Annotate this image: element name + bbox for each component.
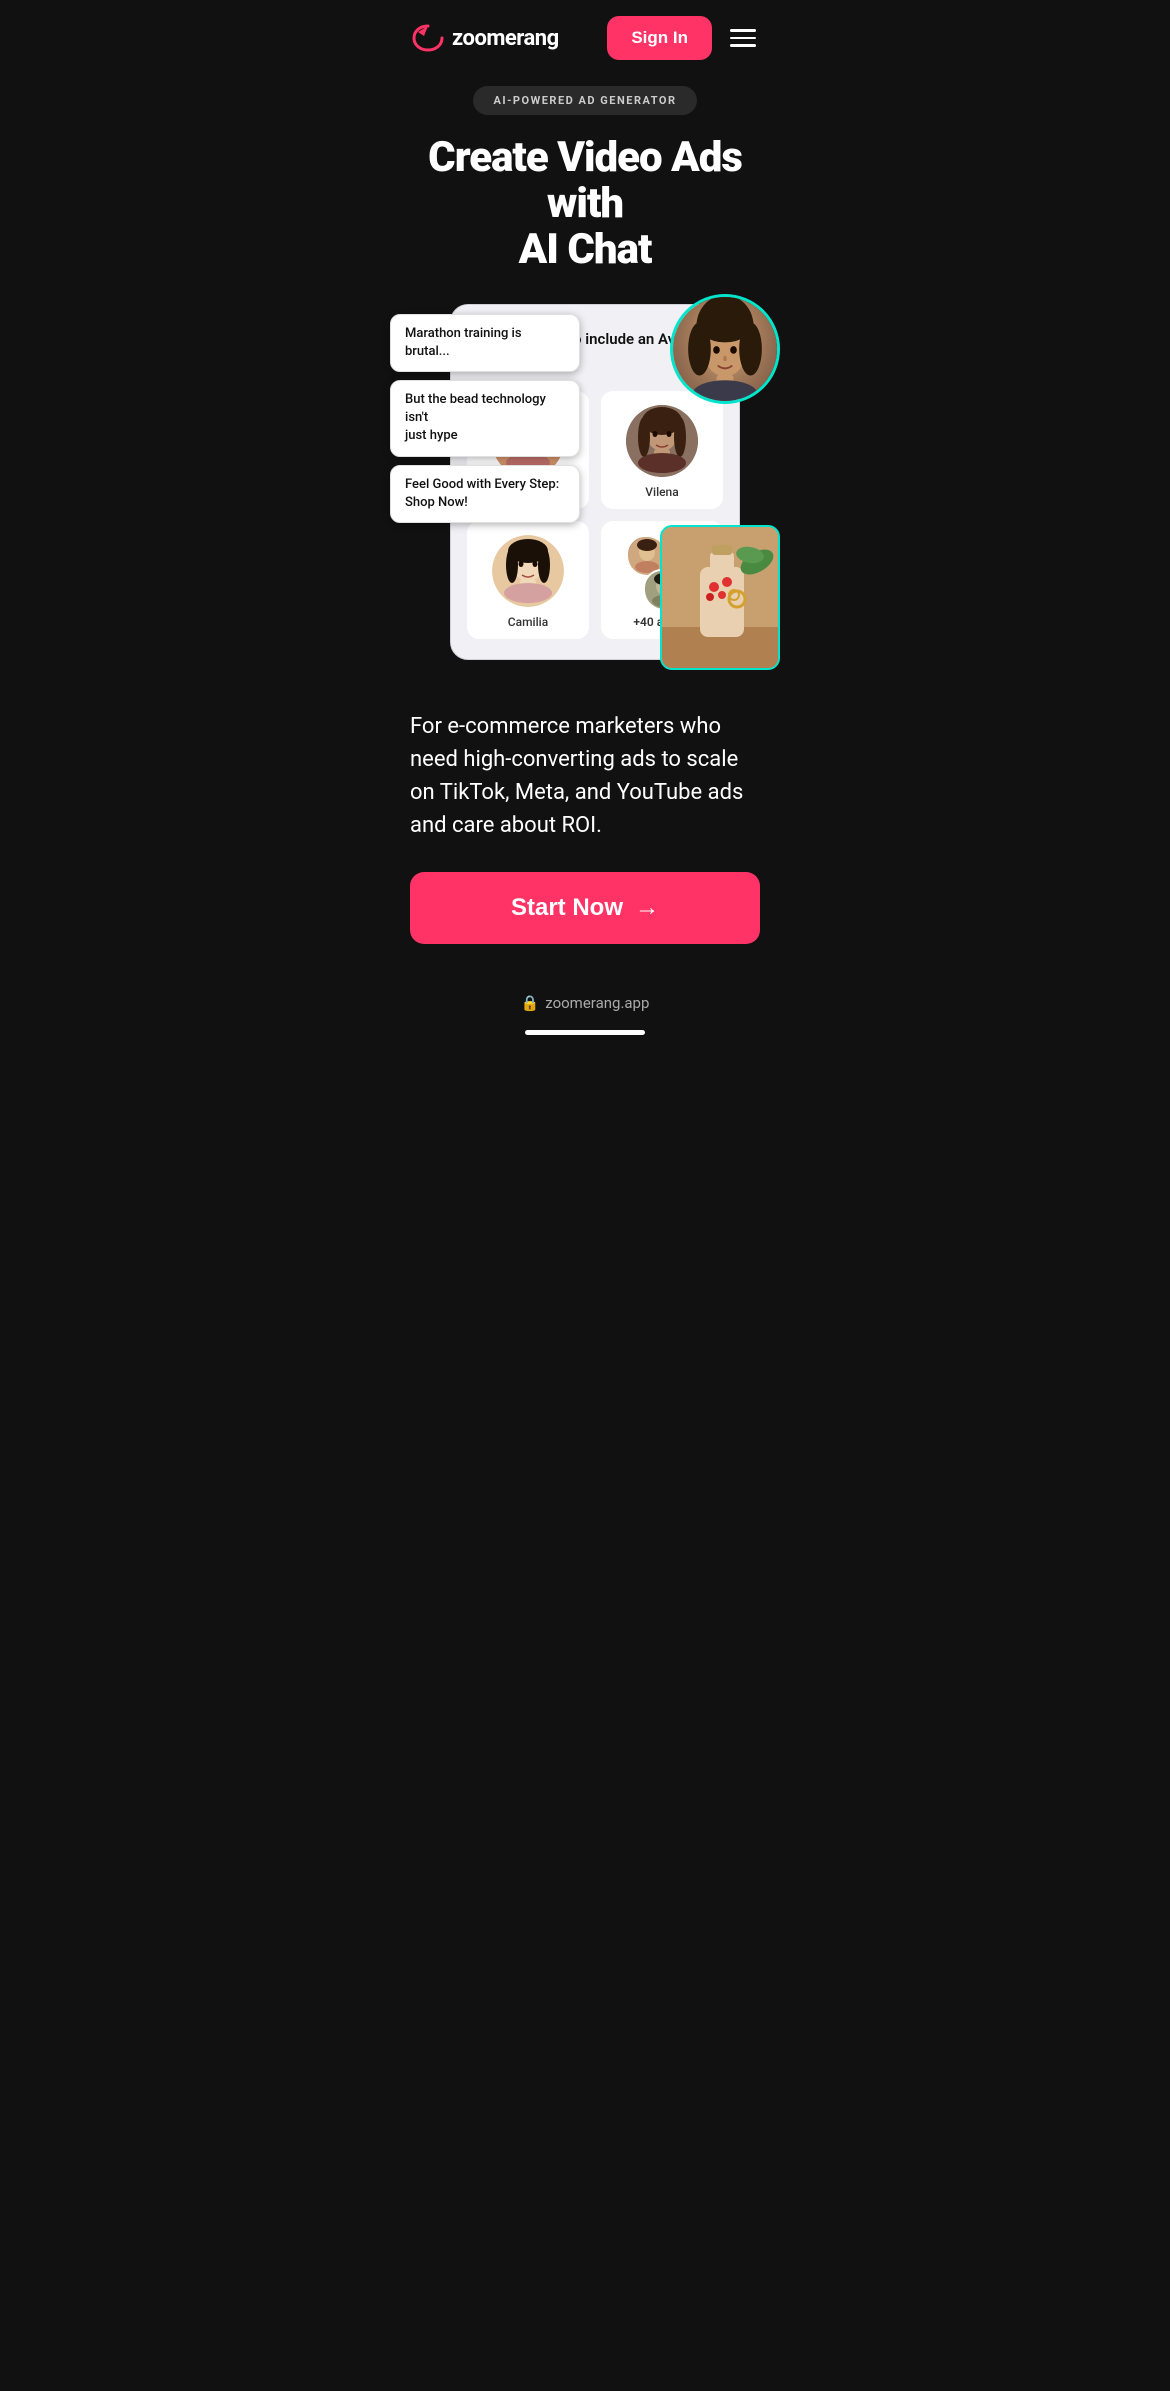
hero-badge: AI-POWERED AD GENERATOR <box>473 86 696 115</box>
sign-in-button[interactable]: Sign In <box>607 16 712 60</box>
menu-button[interactable] <box>726 25 760 51</box>
chat-bubble-1: Marathon training is brutal... <box>390 314 580 372</box>
demo-section: Marathon training is brutal... But the b… <box>400 304 770 680</box>
footer: 🔒 zoomerang.app <box>390 964 780 1051</box>
actor-name-camilia: Camilia <box>508 615 548 629</box>
footer-url: 🔒 zoomerang.app <box>521 994 650 1012</box>
start-now-button[interactable]: Start Now → <box>410 872 760 944</box>
logo-icon <box>410 20 446 56</box>
chat-bubbles: Marathon training is brutal... But the b… <box>390 314 580 523</box>
hero-title: Create Video Ads with AI Chat <box>410 135 760 274</box>
menu-line-1 <box>730 29 756 32</box>
home-indicator <box>525 1030 645 1035</box>
camilia-face <box>492 535 564 607</box>
product-image <box>660 525 780 670</box>
actor-avatar-camilia <box>492 535 564 607</box>
actor-name-vilena: Vilena <box>645 485 678 499</box>
actor-card-vilena[interactable]: Vilena <box>601 391 723 509</box>
menu-line-2 <box>730 37 756 40</box>
lock-icon: 🔒 <box>521 994 540 1012</box>
actor-card-camilia[interactable]: Camilia <box>467 521 589 639</box>
hero-section: AI-POWERED AD GENERATOR Create Video Ads… <box>390 76 780 274</box>
avatar-hero <box>670 294 780 404</box>
cta-arrow-icon: → <box>635 894 659 922</box>
logo-text: zoomerang <box>452 26 559 51</box>
logo[interactable]: zoomerang <box>410 20 559 56</box>
cta-container: Start Now → <box>390 862 780 964</box>
mini-avatar-1 <box>626 535 664 573</box>
body-description: For e-commerce marketers who need high-c… <box>390 680 780 862</box>
chat-bubble-3: Feel Good with Every Step: Shop Now! <box>390 465 580 523</box>
footer-url-text: zoomerang.app <box>545 994 649 1012</box>
vilena-face <box>626 405 698 477</box>
chat-bubble-2: But the bead technology isn'tjust hype <box>390 380 580 457</box>
product-svg <box>662 527 780 670</box>
actor-avatar-vilena <box>626 405 698 477</box>
header: zoomerang Sign In <box>390 0 780 76</box>
menu-line-3 <box>730 44 756 47</box>
avatar-hero-face <box>673 294 777 404</box>
header-actions: Sign In <box>607 16 760 60</box>
cta-label: Start Now <box>511 894 623 922</box>
